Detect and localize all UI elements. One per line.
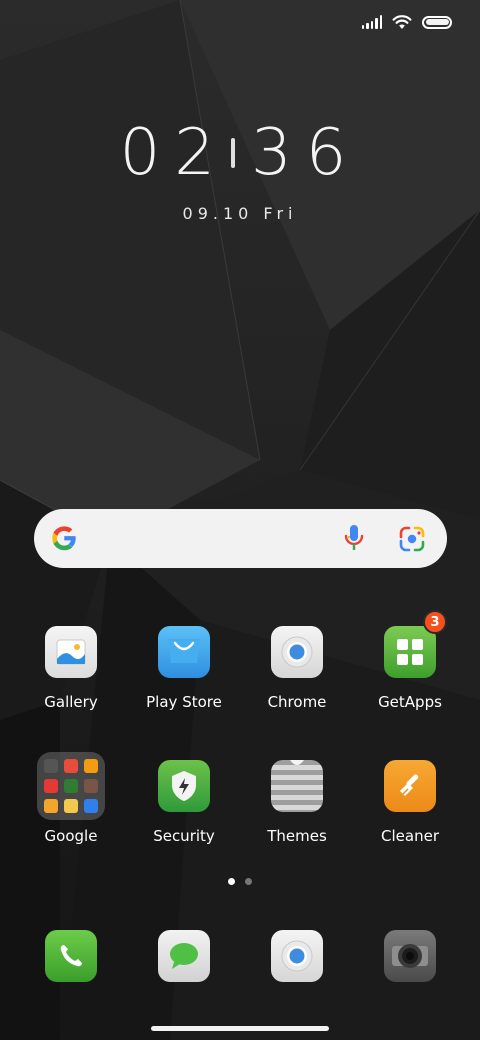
app-label: Play Store xyxy=(146,693,222,711)
date-text[interactable]: 09.10 Fri xyxy=(0,204,480,223)
phone-icon xyxy=(45,930,97,982)
status-bar xyxy=(0,0,480,44)
mic-icon[interactable] xyxy=(340,523,368,553)
app-label: Themes xyxy=(267,827,327,845)
getapps-icon: 3 xyxy=(384,610,447,678)
app-security[interactable]: Security xyxy=(134,760,234,845)
cleaner-brush-icon xyxy=(384,760,436,812)
gallery-icon xyxy=(45,626,97,678)
messaging-icon xyxy=(158,930,210,982)
folder-google[interactable]: Google xyxy=(21,752,121,845)
app-label: GetApps xyxy=(378,693,442,711)
app-themes[interactable]: Themes xyxy=(247,760,347,845)
dock-messaging[interactable] xyxy=(134,930,234,982)
home-gesture-bar[interactable] xyxy=(151,1026,329,1031)
page-indicator[interactable] xyxy=(0,878,480,885)
app-label: Cleaner xyxy=(381,827,439,845)
themes-icon xyxy=(271,760,323,812)
app-cleaner[interactable]: Cleaner xyxy=(360,760,460,845)
clock-separator xyxy=(231,138,235,168)
google-logo-icon[interactable] xyxy=(50,524,78,552)
google-lens-icon[interactable] xyxy=(398,525,426,553)
clock-minutes: 36 xyxy=(251,116,361,190)
app-label: Chrome xyxy=(267,693,327,711)
dock-phone[interactable] xyxy=(21,930,121,982)
app-label: Security xyxy=(153,827,215,845)
chrome-icon xyxy=(271,626,323,678)
notification-badge: 3 xyxy=(423,610,447,634)
app-label: Google xyxy=(44,827,98,845)
google-folder-icon xyxy=(37,752,105,820)
app-chrome[interactable]: Chrome xyxy=(247,626,347,711)
camera-icon xyxy=(384,930,436,982)
clock-widget[interactable]: 02 36 xyxy=(0,116,480,190)
chrome-icon xyxy=(271,930,323,982)
page-dot xyxy=(245,878,252,885)
battery-icon xyxy=(422,15,452,29)
google-search-bar[interactable] xyxy=(34,509,447,568)
signal-icon xyxy=(361,15,382,29)
clock-hours: 02 xyxy=(119,116,229,190)
app-gallery[interactable]: Gallery xyxy=(21,626,121,711)
app-label: Gallery xyxy=(44,693,98,711)
app-getapps[interactable]: 3 GetApps xyxy=(360,610,460,711)
play-store-bag-icon xyxy=(158,626,210,678)
app-play-store[interactable]: Play Store xyxy=(134,626,234,711)
security-shield-icon xyxy=(158,760,210,812)
dock-camera[interactable] xyxy=(360,930,460,982)
dock-chrome[interactable] xyxy=(247,930,347,982)
wifi-icon xyxy=(392,15,412,29)
page-dot-active xyxy=(228,878,235,885)
